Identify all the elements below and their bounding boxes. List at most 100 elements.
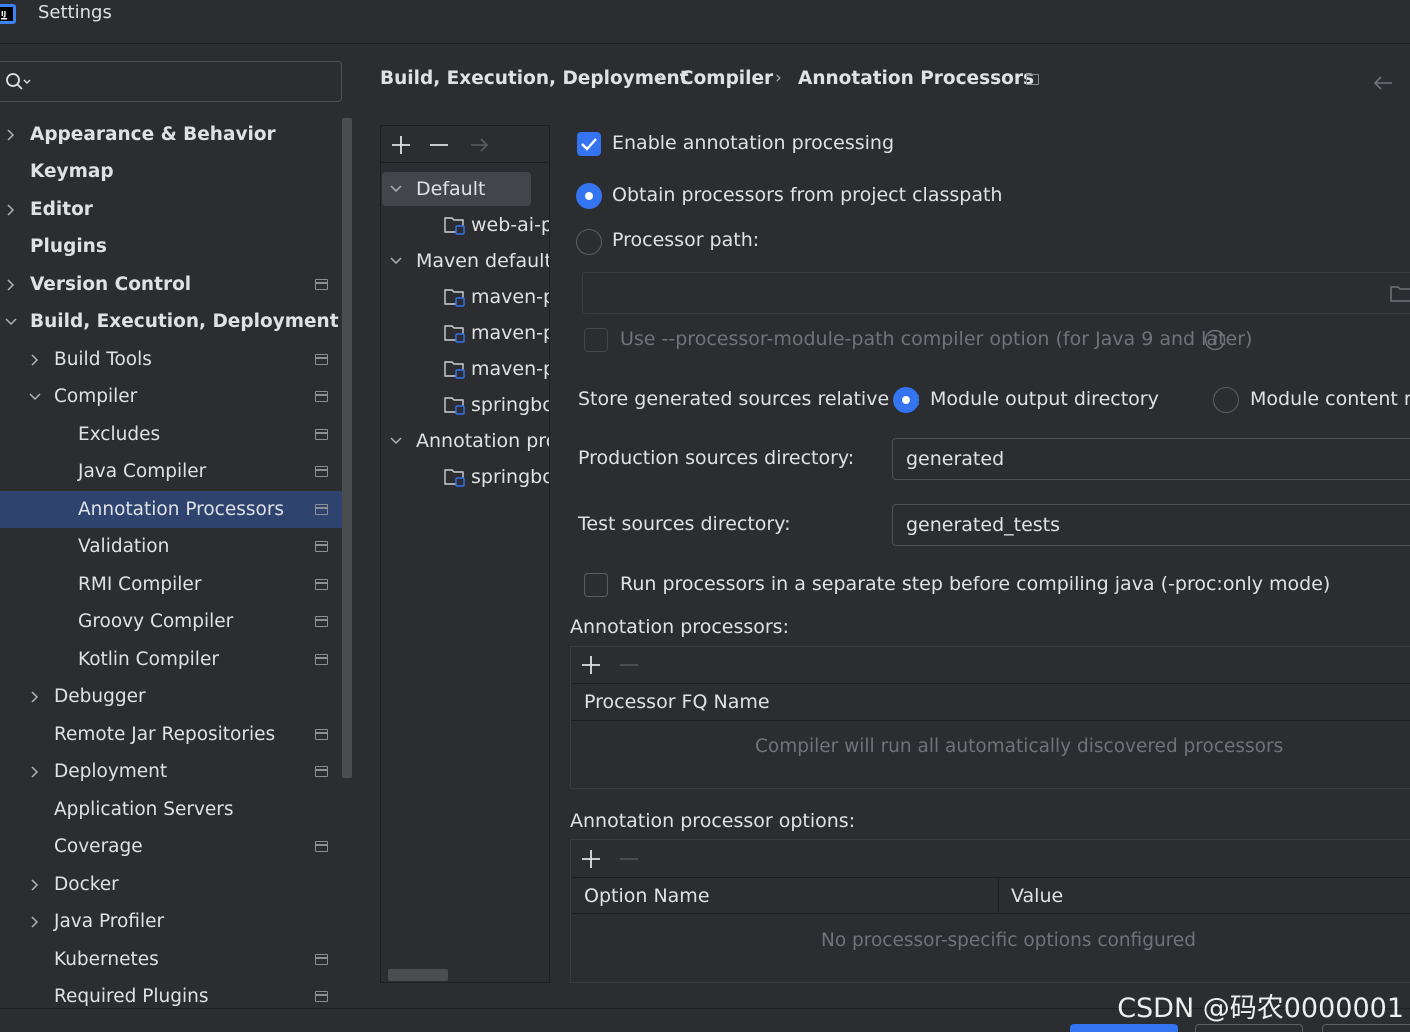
project-scope-icon [1026,74,1039,85]
profile-group[interactable]: Default [382,172,531,206]
run-separate-step-checkbox[interactable] [584,573,608,597]
chevron-right-icon[interactable] [4,128,18,142]
add-icon[interactable] [390,134,412,156]
module-output-radio[interactable] [893,387,919,413]
sidebar-item-compiler[interactable]: Compiler [0,378,352,415]
test-dir-input[interactable]: generated_tests [892,504,1410,546]
chevron-right-icon[interactable] [4,278,18,292]
chevron-right-icon[interactable] [28,878,42,892]
chevron-down-icon[interactable] [389,182,403,196]
option-value-header[interactable]: Value [1011,885,1063,907]
sidebar-item-annotation-processors[interactable]: Annotation Processors [0,491,352,528]
sidebar-item-java-profiler[interactable]: Java Profiler [0,903,352,940]
chevron-right-icon[interactable] [28,353,42,367]
sidebar-item-kubernetes[interactable]: Kubernetes [0,941,352,978]
sidebar-item-kotlin-compiler[interactable]: Kotlin Compiler [0,641,352,678]
processor-path-label[interactable]: Processor path: [612,229,759,251]
processor-fq-name-header[interactable]: Processor FQ Name [584,691,770,713]
module-content-root-label[interactable]: Module content ro [1250,388,1410,410]
processor-path-radio[interactable] [576,229,602,255]
sidebar-item-editor[interactable]: Editor [0,191,352,228]
chevron-right-icon[interactable] [28,915,42,929]
divider [571,913,1410,914]
search-icon[interactable] [4,71,32,91]
profile-module[interactable]: springbo [382,388,549,422]
chevron-right-icon[interactable] [4,203,18,217]
profile-module[interactable]: springbo [382,460,549,494]
project-scope-icon [315,616,328,627]
sidebar-item-version-control[interactable]: Version Control [0,266,352,303]
sidebar-item-application-servers[interactable]: Application Servers [0,791,352,828]
profile-module-label: web-ai-p [471,214,549,236]
sidebar-item-plugins[interactable]: Plugins [0,228,352,265]
sidebar-item-label: Excludes [78,424,161,445]
sidebar-item-docker[interactable]: Docker [0,866,352,903]
sidebar-item-keymap[interactable]: Keymap [0,153,352,190]
sidebar-item-build-execution-deployment[interactable]: Build, Execution, Deployment [0,303,352,340]
breadcrumb-compiler[interactable]: Compiler [680,68,773,89]
sidebar-item-label: Kotlin Compiler [78,649,219,670]
profile-module[interactable]: maven-p [382,316,549,350]
sidebar-item-groovy-compiler[interactable]: Groovy Compiler [0,603,352,640]
sidebar-item-deployment[interactable]: Deployment [0,753,352,790]
remove-icon[interactable] [428,134,450,156]
run-separate-step-label[interactable]: Run processors in a separate step before… [620,573,1330,595]
module-output-label[interactable]: Module output directory [930,388,1159,410]
profile-module[interactable]: maven-p [382,352,549,386]
options-empty-text: No processor-specific options configured [821,930,1197,951]
chevron-down-icon[interactable] [28,390,42,404]
profile-group[interactable]: Maven default a [382,244,549,278]
back-arrow-icon[interactable] [1372,74,1394,92]
profile-module-label: maven-p [471,358,549,380]
sidebar-item-label: Groovy Compiler [78,611,234,632]
profiles-horizontal-scrollbar[interactable] [388,969,448,981]
profile-module[interactable]: maven-p [382,280,549,314]
obtain-from-classpath-radio[interactable] [576,183,602,209]
chevron-down-icon[interactable] [4,315,18,329]
sidebar-item-coverage[interactable]: Coverage [0,828,352,865]
sidebar-item-appearance-behavior[interactable]: Appearance & Behavior [0,116,352,153]
production-dir-input[interactable]: generated [892,438,1410,480]
sidebar-item-java-compiler[interactable]: Java Compiler [0,453,352,490]
sidebar-item-build-tools[interactable]: Build Tools [0,341,352,378]
enable-annotation-processing-label[interactable]: Enable annotation processing [612,132,894,154]
profile-module-label: maven-p [471,322,549,344]
chevron-right-icon[interactable] [28,690,42,704]
sidebar-item-excludes[interactable]: Excludes [0,416,352,453]
sidebar-item-label: Java Compiler [78,461,207,482]
sidebar-item-label: Appearance & Behavior [30,124,276,145]
apply-button[interactable] [1322,1024,1410,1032]
module-content-root-radio[interactable] [1213,387,1239,413]
chevron-right-icon[interactable] [28,765,42,779]
breadcrumb-build[interactable]: Build, Execution, Deployment [380,68,689,89]
help-icon[interactable]: ? [1204,329,1226,351]
sidebar-item-label: Version Control [30,274,192,295]
search-input[interactable] [0,61,342,102]
chevron-down-icon[interactable] [389,254,403,268]
chevron-down-icon[interactable] [389,434,403,448]
option-name-header[interactable]: Option Name [584,885,710,907]
profile-group[interactable]: Annotation pro [382,424,549,458]
ok-button[interactable] [1070,1024,1178,1032]
processor-options-table [570,839,1410,983]
add-processor-icon[interactable] [580,654,602,676]
project-scope-icon [315,841,328,852]
enable-annotation-processing-checkbox[interactable] [577,132,601,156]
sidebar-scrollbar[interactable] [342,118,352,778]
sidebar-item-label: Java Profiler [54,911,165,932]
move-to-icon[interactable] [468,134,490,156]
folder-browse-icon [1390,286,1410,302]
annotation-processors-table [570,646,1410,789]
svg-text:IJ: IJ [1,10,6,18]
cancel-button[interactable] [1195,1024,1303,1032]
add-option-icon[interactable] [580,848,602,870]
sidebar-item-debugger[interactable]: Debugger [0,678,352,715]
profile-module[interactable]: web-ai-p [382,208,549,242]
sidebar-item-remote-jar-repositories[interactable]: Remote Jar Repositories [0,716,352,753]
sidebar-item-rmi-compiler[interactable]: RMI Compiler [0,566,352,603]
profile-group-label: Maven default a [416,250,549,272]
sidebar-item-label: Application Servers [54,799,234,820]
obtain-from-classpath-label[interactable]: Obtain processors from project classpath [612,184,1002,206]
sidebar-item-validation[interactable]: Validation [0,528,352,565]
project-scope-icon [315,954,328,965]
